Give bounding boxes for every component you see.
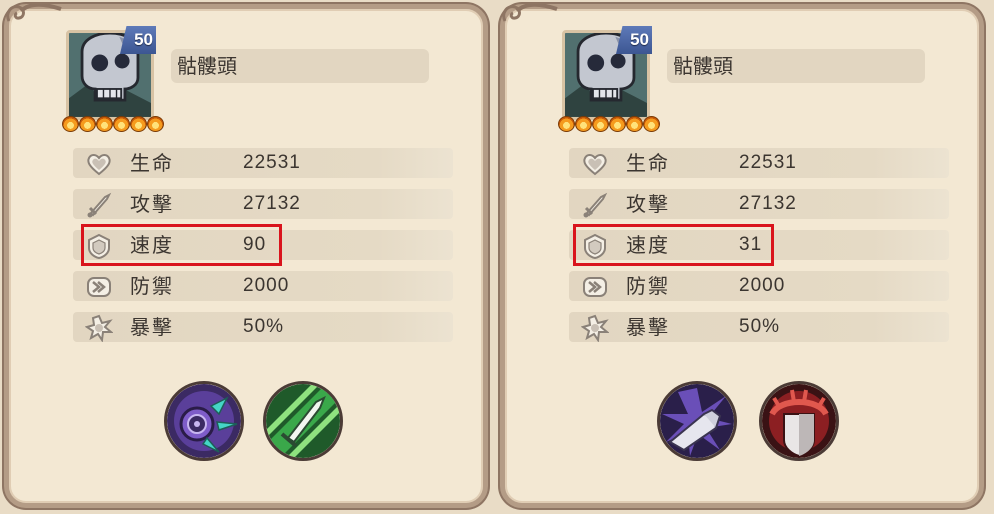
- star-rating: [558, 116, 662, 132]
- stat-row-attack: 攻擊 27132: [569, 189, 949, 219]
- stat-row-crit: 暴擊 50%: [569, 312, 949, 342]
- stat-value: 27132: [739, 193, 797, 214]
- stat-label: 生命: [130, 151, 174, 175]
- stat-label: 攻擊: [626, 192, 670, 216]
- heart-icon: [87, 154, 111, 175]
- character-card-right: 50 骷髏頭 生命 22531 攻擊 27132 速度 31 防禦 2000 暴…: [500, 2, 984, 508]
- character-portrait[interactable]: 50: [558, 24, 660, 132]
- stat-row-crit: 暴擊 50%: [73, 312, 453, 342]
- stat-value: 50%: [739, 316, 781, 337]
- stat-row-defense: 防禦 2000: [569, 271, 949, 301]
- flame-star-icon: [113, 116, 130, 132]
- green-dagger-skill-icon[interactable]: [263, 381, 343, 461]
- character-name: 骷髏頭: [171, 49, 429, 83]
- flame-star-icon: [147, 116, 164, 132]
- sword-icon: [86, 193, 111, 219]
- fist-strike-skill-icon[interactable]: [657, 381, 737, 461]
- heart-icon: [583, 154, 607, 175]
- chevron-icon: [582, 276, 608, 298]
- corner-ornament-icon: [5, 2, 63, 24]
- flame-star-icon: [79, 116, 96, 132]
- stat-value: 50%: [243, 316, 285, 337]
- flame-star-icon: [592, 116, 609, 132]
- stat-value: 2000: [739, 275, 786, 296]
- stat-label: 暴擊: [626, 315, 670, 339]
- character-card-left: 50 骷髏頭 生命 22531 攻擊 27132 速度 90 防禦 2000 暴…: [4, 2, 488, 508]
- stat-value: 22531: [243, 152, 301, 173]
- stat-label: 防禦: [626, 274, 670, 298]
- stat-row-attack: 攻擊 27132: [73, 189, 453, 219]
- burst-icon: [86, 315, 112, 341]
- stat-label: 暴擊: [130, 315, 174, 339]
- red-shield-skill-icon[interactable]: [759, 381, 839, 461]
- stat-row-hp: 生命 22531: [73, 148, 453, 178]
- character-name: 骷髏頭: [667, 49, 925, 83]
- spiked-orb-skill-icon[interactable]: [164, 381, 244, 461]
- burst-icon: [582, 315, 608, 341]
- flame-star-icon: [62, 116, 79, 132]
- stat-value: 22531: [739, 152, 797, 173]
- stat-value: 27132: [243, 193, 301, 214]
- flame-star-icon: [575, 116, 592, 132]
- flame-star-icon: [643, 116, 660, 132]
- flame-star-icon: [626, 116, 643, 132]
- speed-highlight-box: [81, 224, 282, 266]
- stat-label: 生命: [626, 151, 670, 175]
- corner-ornament-icon: [501, 2, 559, 24]
- stat-value: 2000: [243, 275, 290, 296]
- flame-star-icon: [96, 116, 113, 132]
- chevron-icon: [86, 276, 112, 298]
- stat-row-defense: 防禦 2000: [73, 271, 453, 301]
- character-portrait[interactable]: 50: [62, 24, 164, 132]
- stat-row-hp: 生命 22531: [569, 148, 949, 178]
- flame-star-icon: [609, 116, 626, 132]
- star-rating: [62, 116, 166, 132]
- flame-star-icon: [130, 116, 147, 132]
- sword-icon: [582, 193, 607, 219]
- speed-highlight-box: [573, 224, 774, 266]
- stat-label: 攻擊: [130, 192, 174, 216]
- flame-star-icon: [558, 116, 575, 132]
- stat-label: 防禦: [130, 274, 174, 298]
